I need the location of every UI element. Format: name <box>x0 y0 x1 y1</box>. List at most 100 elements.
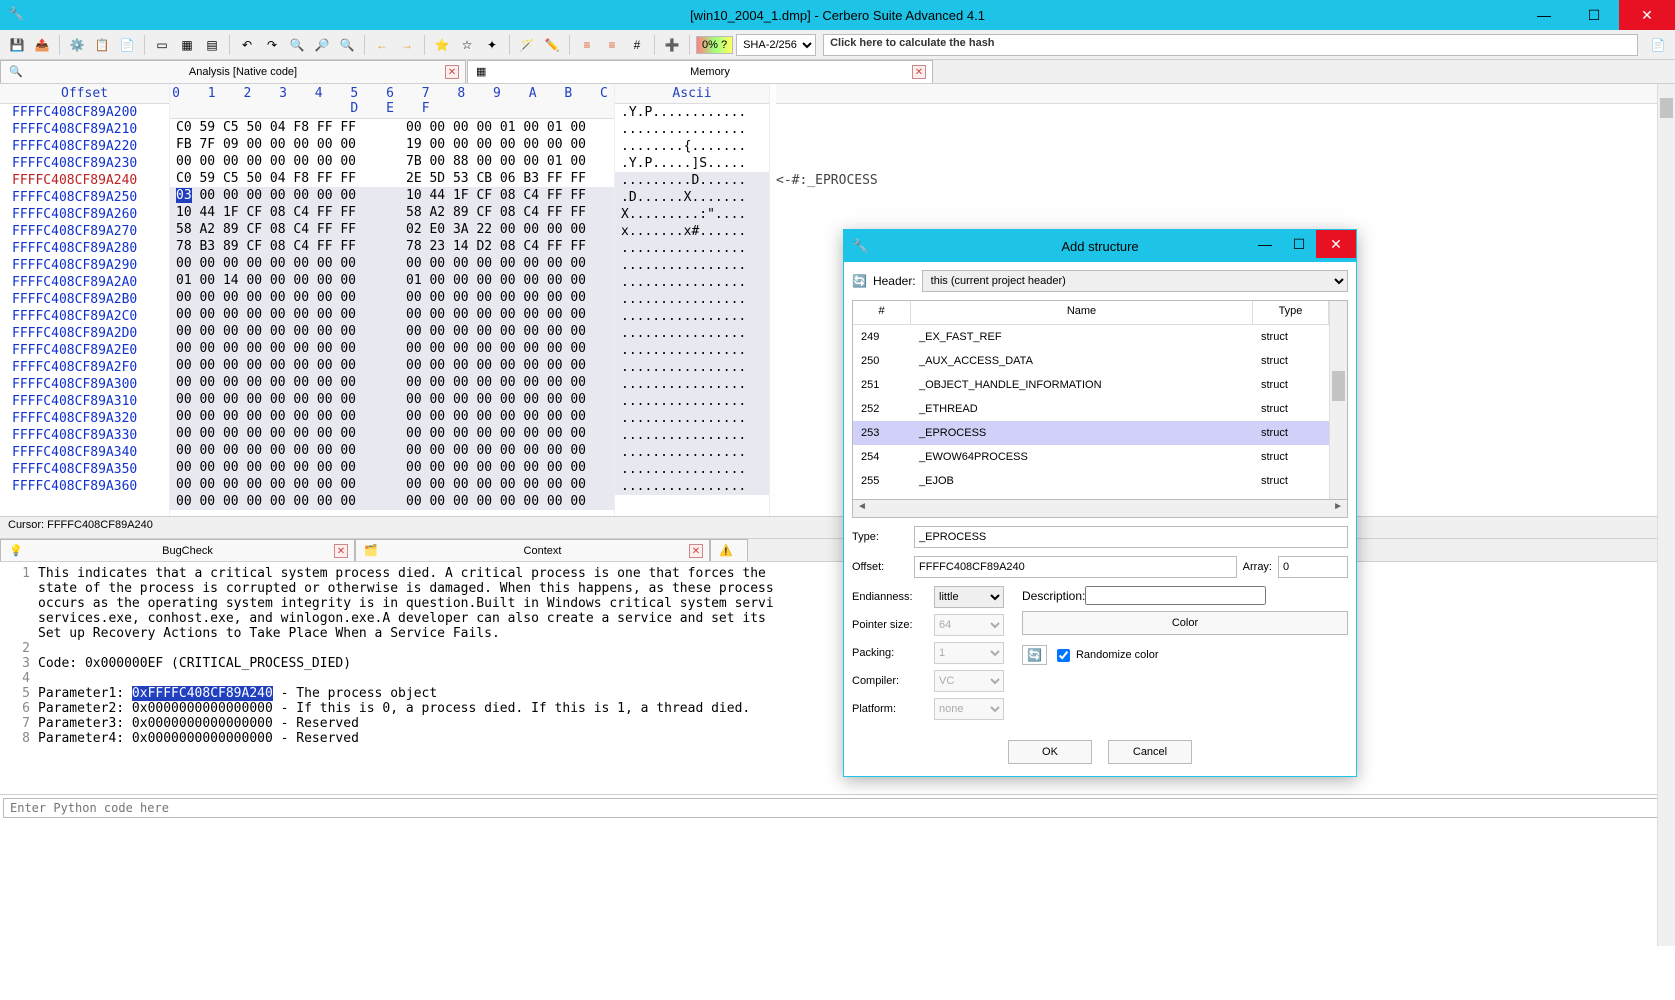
bookmark-icon[interactable]: ☆ <box>456 34 478 56</box>
forward-icon[interactable]: → <box>396 34 418 56</box>
bookmark-del-icon[interactable]: ✦ <box>481 34 503 56</box>
ascii-cell[interactable]: ................ <box>615 376 769 393</box>
hex-cell[interactable]: 00 00 00 00 00 00 00 0000 00 00 00 00 00… <box>170 459 614 476</box>
offset-cell[interactable]: FFFFC408CF89A2D0 <box>0 325 169 342</box>
code-line[interactable]: 5Parameter1: 0xFFFFC408CF89A240 - The pr… <box>8 686 1667 701</box>
hash-icon[interactable]: # <box>626 34 648 56</box>
hex-cell[interactable]: 00 00 00 00 00 00 00 0000 00 00 00 00 00… <box>170 493 614 510</box>
window-icon[interactable]: ▭ <box>151 34 173 56</box>
tab-memory[interactable]: ▦ Memory ✕ <box>467 60 933 83</box>
ascii-cell[interactable]: ................ <box>615 274 769 291</box>
maximize-button[interactable]: ☐ <box>1569 0 1619 30</box>
ascii-cell[interactable]: ................ <box>615 308 769 325</box>
offset-cell[interactable]: FFFFC408CF89A360 <box>0 478 169 495</box>
hex-cell[interactable]: 00 00 00 00 00 00 00 0000 00 00 00 00 00… <box>170 357 614 374</box>
ascii-cell[interactable]: ................ <box>615 461 769 478</box>
ascii-cell[interactable]: ................ <box>615 325 769 342</box>
code-line[interactable]: 3Code: 0x000000EF (CRITICAL_PROCESS_DIED… <box>8 656 1667 671</box>
ascii-cell[interactable]: .Y.P............ <box>615 104 769 121</box>
hex-cell[interactable]: 00 00 00 00 00 00 00 0000 00 00 00 00 00… <box>170 391 614 408</box>
doc-icon[interactable]: 📄 <box>1647 34 1669 56</box>
hex-cell[interactable]: 00 00 00 00 00 00 00 0000 00 00 00 00 00… <box>170 408 614 425</box>
table-row[interactable]: 254_EWOW64PROCESSstruct <box>853 445 1329 469</box>
cascade-icon[interactable]: ▤ <box>201 34 223 56</box>
close-tab-icon[interactable]: ✕ <box>445 65 459 79</box>
hex-cell[interactable]: 00 00 00 00 00 00 00 0000 00 00 00 00 00… <box>170 374 614 391</box>
offset-cell[interactable]: FFFFC408CF89A2A0 <box>0 274 169 291</box>
ascii-cell[interactable]: ................ <box>615 478 769 495</box>
hex-cell[interactable]: 00 00 00 00 00 00 00 0000 00 00 00 00 00… <box>170 476 614 493</box>
export-icon[interactable]: 📤 <box>31 34 53 56</box>
offset-cell[interactable]: FFFFC408CF89A300 <box>0 376 169 393</box>
tab-analysis[interactable]: 🔍 Analysis [Native code] ✕ <box>0 60 466 83</box>
array-field[interactable] <box>1278 556 1348 578</box>
bars1-icon[interactable]: ≡ <box>576 34 598 56</box>
offset-cell[interactable]: FFFFC408CF89A320 <box>0 410 169 427</box>
close-tab-icon[interactable]: ✕ <box>912 65 926 79</box>
gear-icon[interactable]: ⚙️ <box>66 34 88 56</box>
code-line[interactable]: 6Parameter2: 0x0000000000000000 - If thi… <box>8 701 1667 716</box>
pencil-icon[interactable]: ✏️ <box>541 34 563 56</box>
hex-cell[interactable]: 01 00 14 00 00 00 00 0001 00 00 00 00 00… <box>170 272 614 289</box>
col-num[interactable]: # <box>853 301 911 324</box>
randomize-checkbox[interactable]: Randomize color <box>1057 649 1159 662</box>
offset-field[interactable] <box>914 556 1237 578</box>
refresh-color-icon[interactable]: 🔄 <box>1022 645 1047 665</box>
code-line[interactable]: 7Parameter3: 0x0000000000000000 - Reserv… <box>8 716 1667 731</box>
vertical-scrollbar[interactable] <box>1657 84 1675 946</box>
offset-cell[interactable]: FFFFC408CF89A260 <box>0 206 169 223</box>
offset-cell[interactable]: FFFFC408CF89A290 <box>0 257 169 274</box>
dialog-minimize-button[interactable]: — <box>1248 230 1282 258</box>
offset-cell[interactable]: FFFFC408CF89A210 <box>0 121 169 138</box>
offset-cell[interactable]: FFFFC408CF89A340 <box>0 444 169 461</box>
ascii-cell[interactable]: .D......X....... <box>615 189 769 206</box>
back-icon[interactable]: ← <box>371 34 393 56</box>
code-line[interactable]: 4 <box>8 671 1667 686</box>
minimize-button[interactable]: — <box>1519 0 1569 30</box>
col-name[interactable]: Name <box>911 301 1253 324</box>
dialog-titlebar[interactable]: 🔧 Add structure — ☐ ✕ <box>844 230 1356 262</box>
offset-cell[interactable]: FFFFC408CF89A350 <box>0 461 169 478</box>
offset-cell[interactable]: FFFFC408CF89A230 <box>0 155 169 172</box>
desc-field[interactable] <box>1085 586 1266 605</box>
ascii-cell[interactable]: ................ <box>615 291 769 308</box>
table-row[interactable]: 252_ETHREADstruct <box>853 397 1329 421</box>
table-row[interactable]: 249_EX_FAST_REFstruct <box>853 325 1329 349</box>
header-select[interactable]: this (current project header) <box>922 270 1348 292</box>
ascii-cell[interactable]: ................ <box>615 257 769 274</box>
ascii-cell[interactable]: X.........:".... <box>615 206 769 223</box>
close-button[interactable]: ✕ <box>1619 0 1675 30</box>
tile-icon[interactable]: ▦ <box>176 34 198 56</box>
hex-cell[interactable]: 10 44 1F CF 08 C4 FF FF58 A2 89 CF 08 C4… <box>170 204 614 221</box>
copy-icon[interactable]: 📋 <box>91 34 113 56</box>
dialog-maximize-button[interactable]: ☐ <box>1282 230 1316 258</box>
offset-cell[interactable]: FFFFC408CF89A280 <box>0 240 169 257</box>
col-type[interactable]: Type <box>1253 301 1329 324</box>
ascii-cell[interactable]: x.......x#...... <box>615 223 769 240</box>
offset-cell[interactable]: FFFFC408CF89A200 <box>0 104 169 121</box>
bars2-icon[interactable]: ≡ <box>601 34 623 56</box>
hash-calc-field[interactable]: Click here to calculate the hash <box>823 34 1638 56</box>
ok-button[interactable]: OK <box>1008 740 1092 764</box>
code-line[interactable]: 2 <box>8 641 1667 656</box>
hex-cell[interactable]: 00 00 00 00 00 00 00 0000 00 00 00 00 00… <box>170 306 614 323</box>
type-field[interactable] <box>914 526 1348 548</box>
ascii-cell[interactable]: ........{....... <box>615 138 769 155</box>
ascii-cell[interactable]: ................ <box>615 444 769 461</box>
ascii-cell[interactable]: ................ <box>615 410 769 427</box>
table-hscrollbar[interactable] <box>852 500 1348 518</box>
percent-badge[interactable]: 0% ? <box>696 36 733 54</box>
bookmark-add-icon[interactable]: ⭐ <box>431 34 453 56</box>
ascii-cell[interactable]: .........D...... <box>615 172 769 189</box>
hex-cell[interactable]: 00 00 00 00 00 00 00 0000 00 00 00 00 00… <box>170 340 614 357</box>
save-icon[interactable]: 💾 <box>6 34 28 56</box>
offset-cell[interactable]: FFFFC408CF89A250 <box>0 189 169 206</box>
hex-cell[interactable]: C0 59 C5 50 04 F8 FF FF00 00 00 00 01 00… <box>170 119 614 136</box>
find-back-icon[interactable]: 🔍 <box>286 34 308 56</box>
tab-context[interactable]: 🗂️ Context ✕ <box>355 539 710 561</box>
ascii-cell[interactable]: ................ <box>615 393 769 410</box>
tab-warning[interactable]: ⚠️ <box>710 539 748 561</box>
offset-cell[interactable]: FFFFC408CF89A220 <box>0 138 169 155</box>
code-line[interactable]: 1This indicates that a critical system p… <box>8 566 1667 581</box>
ascii-cell[interactable]: ................ <box>615 359 769 376</box>
